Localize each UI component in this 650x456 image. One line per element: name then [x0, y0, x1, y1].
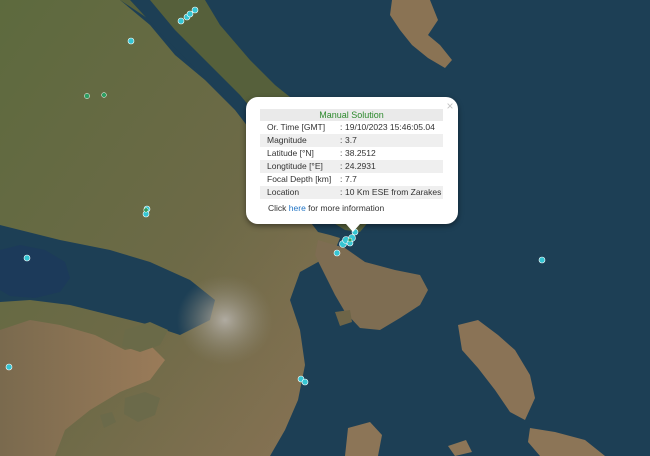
close-icon[interactable]: × — [443, 100, 457, 112]
info-separator: : — [340, 174, 343, 184]
more-info-prefix: Click — [268, 203, 289, 213]
epicenter-marker-green[interactable] — [347, 237, 353, 243]
epicenter-marker-green[interactable] — [84, 93, 90, 99]
info-label: Focal Depth [km] — [267, 174, 332, 184]
info-row-location: Location : 10 Km ESE from Zarakes — [260, 186, 443, 199]
info-row-magnitude: Magnitude : 3.7 — [260, 134, 443, 147]
more-info-link[interactable]: here — [289, 203, 306, 213]
epicenter-marker[interactable] — [186, 10, 194, 18]
epicenter-marker[interactable] — [23, 254, 31, 262]
info-value: 3.7 — [345, 135, 357, 145]
epicenter-marker[interactable] — [538, 256, 546, 264]
info-value: 7.7 — [345, 174, 357, 184]
info-value: 19/10/2023 15:46:05.04 — [345, 122, 435, 132]
more-info-suffix: for more information — [305, 203, 385, 213]
info-separator: : — [340, 135, 343, 145]
info-row-focal-depth: Focal Depth [km] : 7.7 — [260, 173, 443, 186]
info-row-origin-time: Or. Time [GMT] : 19/10/2023 15:46:05.04 — [260, 121, 443, 134]
info-label: Or. Time [GMT] — [267, 122, 326, 132]
epicenter-marker-green[interactable] — [143, 207, 149, 213]
epicenter-marker[interactable] — [191, 6, 199, 14]
epicenter-marker[interactable] — [333, 249, 341, 257]
more-info-text: Click here for more information — [268, 202, 384, 215]
popup-pointer — [346, 224, 360, 232]
info-value: 10 Km ESE from Zarakes — [345, 187, 442, 197]
epicenter-marker[interactable] — [127, 37, 135, 45]
info-label: Location — [267, 187, 300, 197]
map-canvas[interactable] — [0, 0, 650, 456]
info-value: 38.2512 — [345, 148, 376, 158]
info-value: 24.2931 — [345, 161, 376, 171]
info-separator: : — [340, 161, 343, 171]
info-label: Magnitude — [267, 135, 307, 145]
epicenter-marker[interactable] — [301, 378, 309, 386]
info-separator: : — [340, 187, 343, 197]
athens-urban-area — [177, 275, 273, 365]
epicenter-marker[interactable] — [177, 17, 185, 25]
info-separator: : — [340, 122, 343, 132]
epicenter-marker-green[interactable] — [101, 92, 107, 98]
info-label: Latitude [°N] — [267, 148, 314, 158]
info-row-latitude: Latitude [°N] : 38.2512 — [260, 147, 443, 160]
popup-title: Manual Solution — [260, 109, 443, 121]
info-separator: : — [340, 148, 343, 158]
epicenter-marker[interactable] — [5, 363, 13, 371]
info-row-longitude: Longtitude [°E] : 24.2931 — [260, 160, 443, 173]
info-label: Longtitude [°E] — [267, 161, 323, 171]
